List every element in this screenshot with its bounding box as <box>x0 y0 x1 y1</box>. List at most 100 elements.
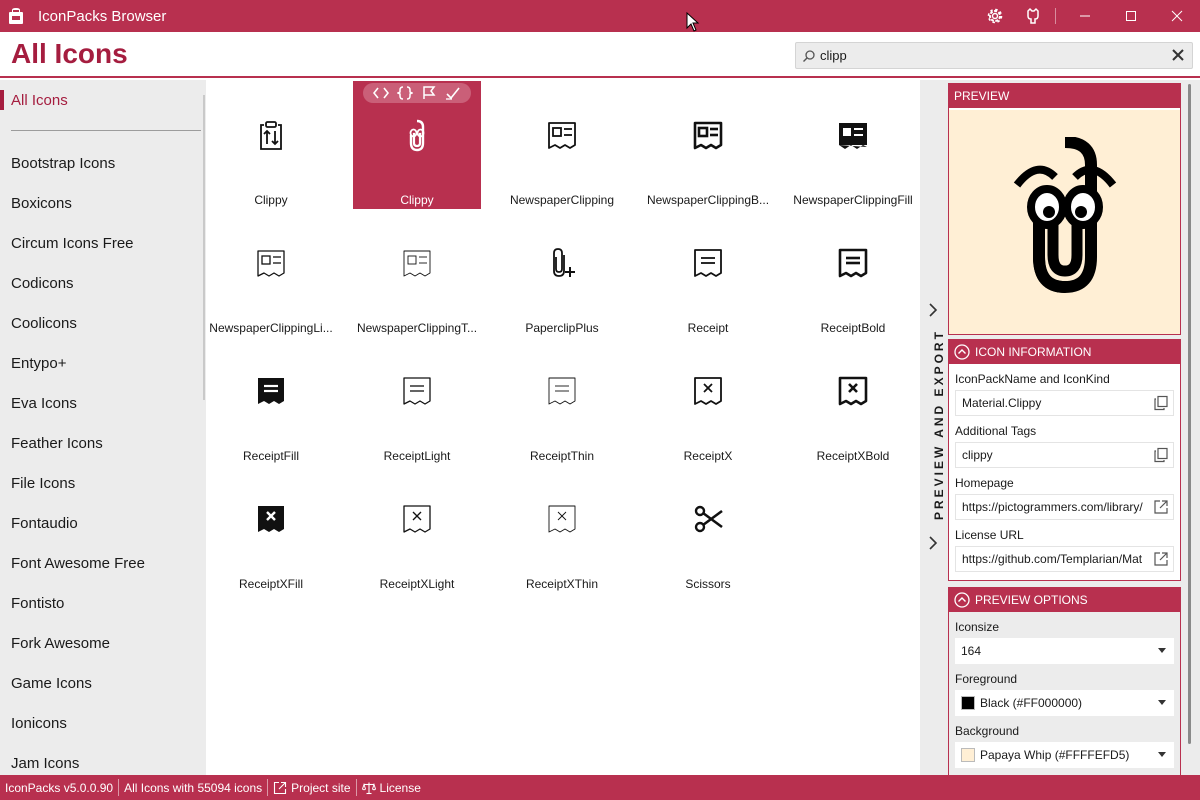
details-scrollbar[interactable] <box>1186 84 1194 769</box>
icon-tile[interactable]: PaperclipPlus <box>498 209 626 337</box>
sidebar-item[interactable]: Font Awesome Free <box>11 554 145 594</box>
sidebar-item[interactable]: Ionicons <box>11 714 145 754</box>
sidebar-item[interactable]: Eva Icons <box>11 394 145 434</box>
sidebar-item[interactable]: Fontisto <box>11 594 145 634</box>
iconpackname-value: Material.Clippy <box>962 396 1042 410</box>
paperclip-plus-icon <box>546 245 578 281</box>
sidebar-item[interactable]: Circum Icons Free <box>11 234 145 274</box>
sidebar-item[interactable]: Game Icons <box>11 674 145 714</box>
scrollbar-thumb[interactable] <box>1188 84 1191 744</box>
icon-tile[interactable]: NewspaperClippingLi... <box>207 209 335 337</box>
additional-tags-field[interactable]: clippy <box>955 442 1174 468</box>
icon-tile[interactable]: NewspaperClippingT... <box>353 209 481 337</box>
icon-tile[interactable]: NewspaperClipping <box>498 81 626 209</box>
receipt-bold-icon <box>837 245 869 281</box>
search-box[interactable] <box>795 42 1193 69</box>
background-select[interactable]: Papaya Whip (#FFFFEFD5) <box>955 742 1174 768</box>
icon-tile[interactable]: ReceiptXLight <box>353 465 481 593</box>
sidebar-item[interactable]: Boxicons <box>11 194 145 234</box>
preview-export-panel-toggle[interactable]: PREVIEW AND EXPORT <box>920 80 946 775</box>
receipt-x-light-icon <box>401 501 433 537</box>
icon-tile[interactable]: Scissors <box>644 465 772 593</box>
chevron-right-icon[interactable] <box>926 535 940 551</box>
icon-tile[interactable]: ReceiptLight <box>353 337 481 465</box>
iconsize-select[interactable]: 164 <box>955 638 1174 664</box>
sidebar-item[interactable]: Feather Icons <box>11 434 145 474</box>
icon-tile[interactable]: ReceiptXThin <box>498 465 626 593</box>
check-icon[interactable] <box>445 86 461 100</box>
copy-icon[interactable] <box>1153 395 1169 411</box>
sidebar-item[interactable]: Fontaudio <box>11 514 145 554</box>
status-bar: IconPacks v5.0.0.90 All Icons with 55094… <box>0 775 1200 800</box>
dropdown-arrow-icon <box>1158 752 1166 757</box>
clear-search-icon[interactable] <box>1170 47 1186 63</box>
license-url-value: https://github.com/Templarian/Mat <box>962 552 1143 566</box>
code-icon[interactable] <box>373 86 389 100</box>
homepage-field[interactable]: https://pictogrammers.com/library/ <box>955 494 1174 520</box>
icon-tile[interactable]: ReceiptXFill <box>207 465 335 593</box>
newspaper-clipping-light-icon <box>255 245 287 281</box>
preview-header: PREVIEW <box>949 84 1180 108</box>
chevron-right-icon[interactable] <box>926 302 940 318</box>
search-input[interactable] <box>820 43 1160 68</box>
collapse-icon[interactable] <box>954 344 970 360</box>
license-link[interactable]: License <box>357 775 426 800</box>
homepage-value: https://pictogrammers.com/library/ <box>962 500 1143 514</box>
sidebar-item-all-icons[interactable]: All Icons <box>11 92 68 109</box>
flag-icon[interactable] <box>421 86 437 100</box>
icon-tile[interactable]: ReceiptBold <box>789 209 917 337</box>
sidebar-item[interactable]: File Icons <box>11 474 145 514</box>
icon-tile[interactable]: NewspaperClippingB... <box>644 81 772 209</box>
sidebar-item[interactable]: Bootstrap Icons <box>11 154 145 194</box>
icon-tile[interactable]: Clippy <box>207 81 335 209</box>
sidebar-item[interactable]: Codicons <box>11 274 145 314</box>
search-icon <box>803 50 815 62</box>
icon-grid: Clippy Clippy NewspaperClipping NewspaperC… <box>206 80 920 775</box>
sidebar-item[interactable]: Entypo+ <box>11 354 145 394</box>
scissors-icon <box>692 501 724 537</box>
icon-tile[interactable]: ReceiptXBold <box>789 337 917 465</box>
copy-icon[interactable] <box>1153 447 1169 463</box>
braces-icon[interactable] <box>397 86 413 100</box>
settings-icon[interactable] <box>973 0 1017 32</box>
sidebar-item[interactable]: Coolicons <box>11 314 145 354</box>
dropdown-arrow-icon <box>1158 648 1166 653</box>
close-icon[interactable] <box>1154 0 1200 32</box>
maximize-icon[interactable] <box>1108 0 1154 32</box>
sidebar-item[interactable]: Jam Icons <box>11 754 145 775</box>
license-label: License <box>379 780 421 795</box>
icon-tile[interactable]: ReceiptThin <box>498 337 626 465</box>
icon-information-header[interactable]: ICON INFORMATION <box>949 340 1180 364</box>
sidebar-item[interactable]: Fork Awesome <box>11 634 145 674</box>
icon-tile-label: Clippy <box>254 193 288 207</box>
mouse-cursor-icon <box>686 12 700 32</box>
external-link-icon[interactable] <box>1153 551 1169 567</box>
scale-icon <box>361 782 376 794</box>
iconpackname-field[interactable]: Material.Clippy <box>955 390 1174 416</box>
details-panel: PREVIEW ICON INFORMATION IconPackName an… <box>946 80 1200 777</box>
preview-export-label: PREVIEW AND EXPORT <box>932 329 946 520</box>
foreground-label: Foreground <box>955 672 1018 686</box>
sidebar-scrollbar[interactable] <box>203 95 205 400</box>
dropdown-arrow-icon <box>1158 700 1166 705</box>
foreground-select[interactable]: Black (#FF000000) <box>955 690 1174 716</box>
collapse-icon[interactable] <box>954 592 970 608</box>
icon-tile[interactable]: Receipt <box>644 209 772 337</box>
license-url-field[interactable]: https://github.com/Templarian/Mat <box>955 546 1174 572</box>
icon-tile[interactable]: ReceiptFill <box>207 337 335 465</box>
icon-tile[interactable]: ReceiptX <box>644 337 772 465</box>
project-site-link[interactable]: Project site <box>268 775 355 800</box>
external-link-icon[interactable] <box>1153 499 1169 515</box>
icon-tile[interactable]: NewspaperClippingFill <box>789 81 917 209</box>
preview-options-box: PREVIEW OPTIONS Iconsize 164 Foreground … <box>948 587 1181 777</box>
github-icon[interactable] <box>1017 0 1049 32</box>
newspaper-clipping-bold-icon <box>692 117 724 153</box>
version-text: IconPacks v5.0.0.90 <box>5 780 114 795</box>
app-logo-icon <box>0 0 32 32</box>
minimize-icon[interactable] <box>1062 0 1108 32</box>
background-swatch <box>961 747 975 762</box>
preview-options-header[interactable]: PREVIEW OPTIONS <box>949 588 1180 612</box>
icon-tile[interactable]: Clippy <box>353 81 481 209</box>
newspaper-clipping-thin-icon <box>401 245 433 281</box>
receipt-icon <box>692 245 724 281</box>
